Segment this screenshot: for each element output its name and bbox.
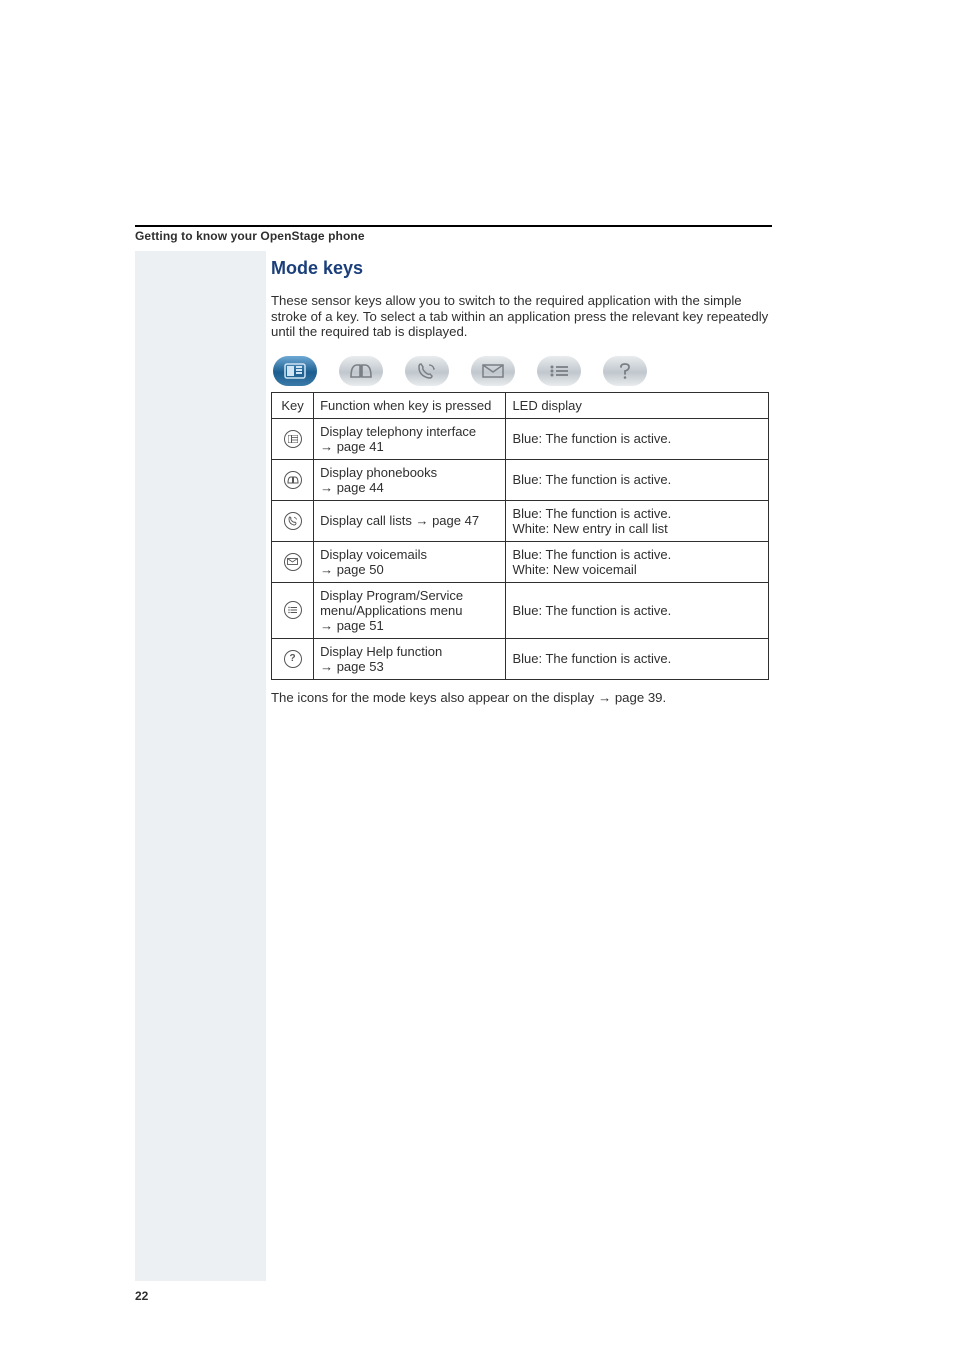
intro-paragraph: These sensor keys allow you to switch to… bbox=[271, 293, 771, 340]
menu-icon bbox=[537, 356, 581, 386]
func-cell: Display Help function → page 53 bbox=[314, 638, 506, 679]
phonebook-icon bbox=[339, 356, 383, 386]
arrow-icon: → bbox=[598, 690, 611, 705]
page-ref[interactable]: page 53 bbox=[337, 659, 384, 674]
func-text: Display telephony interface bbox=[320, 424, 476, 439]
key-cell: ? bbox=[272, 638, 314, 679]
table-row: Display voicemails → page 50 Blue: The f… bbox=[272, 541, 769, 582]
page-ref[interactable]: page 51 bbox=[337, 618, 384, 633]
key-cell bbox=[272, 418, 314, 459]
table-row: Display phonebooks → page 44 Blue: The f… bbox=[272, 459, 769, 500]
page-ref[interactable]: page 44 bbox=[337, 480, 384, 495]
func-cell: Display voicemails → page 50 bbox=[314, 541, 506, 582]
header-led: LED display bbox=[506, 392, 769, 418]
help-icon: ? bbox=[284, 650, 302, 668]
table-row: Display call lists → page 47 Blue: The f… bbox=[272, 500, 769, 541]
func-cell: Display telephony interface → page 41 bbox=[314, 418, 506, 459]
func-cell: Display call lists → page 47 bbox=[314, 500, 506, 541]
key-cell bbox=[272, 541, 314, 582]
arrow-icon: → bbox=[320, 439, 333, 454]
key-cell bbox=[272, 500, 314, 541]
arrow-icon: → bbox=[320, 480, 333, 495]
func-cell: Display Program/Service menu/Application… bbox=[314, 582, 506, 638]
led-cell: Blue: The function is active. bbox=[506, 582, 769, 638]
call-list-icon bbox=[405, 356, 449, 386]
key-cell bbox=[272, 459, 314, 500]
main-content: Mode keys These sensor keys allow you to… bbox=[271, 258, 771, 705]
help-icon bbox=[603, 356, 647, 386]
header-rule bbox=[135, 225, 772, 227]
menu-icon bbox=[284, 601, 302, 619]
func-text: Display Program/Service menu/Application… bbox=[320, 588, 463, 618]
led-cell: Blue: The function is active. bbox=[506, 418, 769, 459]
footnote: The icons for the mode keys also appear … bbox=[271, 690, 771, 705]
led-cell: Blue: The function is active. White: New… bbox=[506, 541, 769, 582]
phonebook-icon bbox=[284, 471, 302, 489]
func-text: Display voicemails bbox=[320, 547, 427, 562]
page-ref[interactable]: page 41 bbox=[337, 439, 384, 454]
mode-keys-table: Key Function when key is pressed LED dis… bbox=[271, 392, 769, 680]
footnote-page-ref[interactable]: page 39 bbox=[615, 690, 663, 705]
header-func: Function when key is pressed bbox=[314, 392, 506, 418]
arrow-icon: → bbox=[320, 562, 333, 577]
call-list-icon bbox=[284, 512, 302, 530]
func-text: Display phonebooks bbox=[320, 465, 437, 480]
telephony-icon bbox=[284, 430, 302, 448]
func-text: Display Help function bbox=[320, 644, 442, 659]
page-header: Getting to know your OpenStage phone bbox=[135, 229, 365, 243]
arrow-icon: → bbox=[320, 618, 333, 633]
table-row: Display telephony interface → page 41 Bl… bbox=[272, 418, 769, 459]
table-row: Display Program/Service menu/Application… bbox=[272, 582, 769, 638]
mode-key-icon-row bbox=[273, 356, 771, 386]
page-ref[interactable]: page 50 bbox=[337, 562, 384, 577]
header-key: Key bbox=[272, 392, 314, 418]
table-row: ? Display Help function → page 53 Blue: … bbox=[272, 638, 769, 679]
footnote-prefix: The icons for the mode keys also appear … bbox=[271, 690, 598, 705]
arrow-icon: → bbox=[415, 513, 428, 528]
arrow-icon: → bbox=[320, 659, 333, 674]
led-cell: Blue: The function is active. White: New… bbox=[506, 500, 769, 541]
table-header-row: Key Function when key is pressed LED dis… bbox=[272, 392, 769, 418]
page-ref[interactable]: page 47 bbox=[432, 513, 479, 528]
led-cell: Blue: The function is active. bbox=[506, 638, 769, 679]
footnote-suffix: . bbox=[662, 690, 666, 705]
func-text: Display call lists bbox=[320, 513, 415, 528]
section-title: Mode keys bbox=[271, 258, 771, 279]
left-margin-band bbox=[135, 251, 266, 1281]
page-number: 22 bbox=[135, 1289, 148, 1303]
telephony-icon bbox=[273, 356, 317, 386]
voicemail-icon bbox=[471, 356, 515, 386]
key-cell bbox=[272, 582, 314, 638]
func-cell: Display phonebooks → page 44 bbox=[314, 459, 506, 500]
led-cell: Blue: The function is active. bbox=[506, 459, 769, 500]
voicemail-icon bbox=[284, 553, 302, 571]
